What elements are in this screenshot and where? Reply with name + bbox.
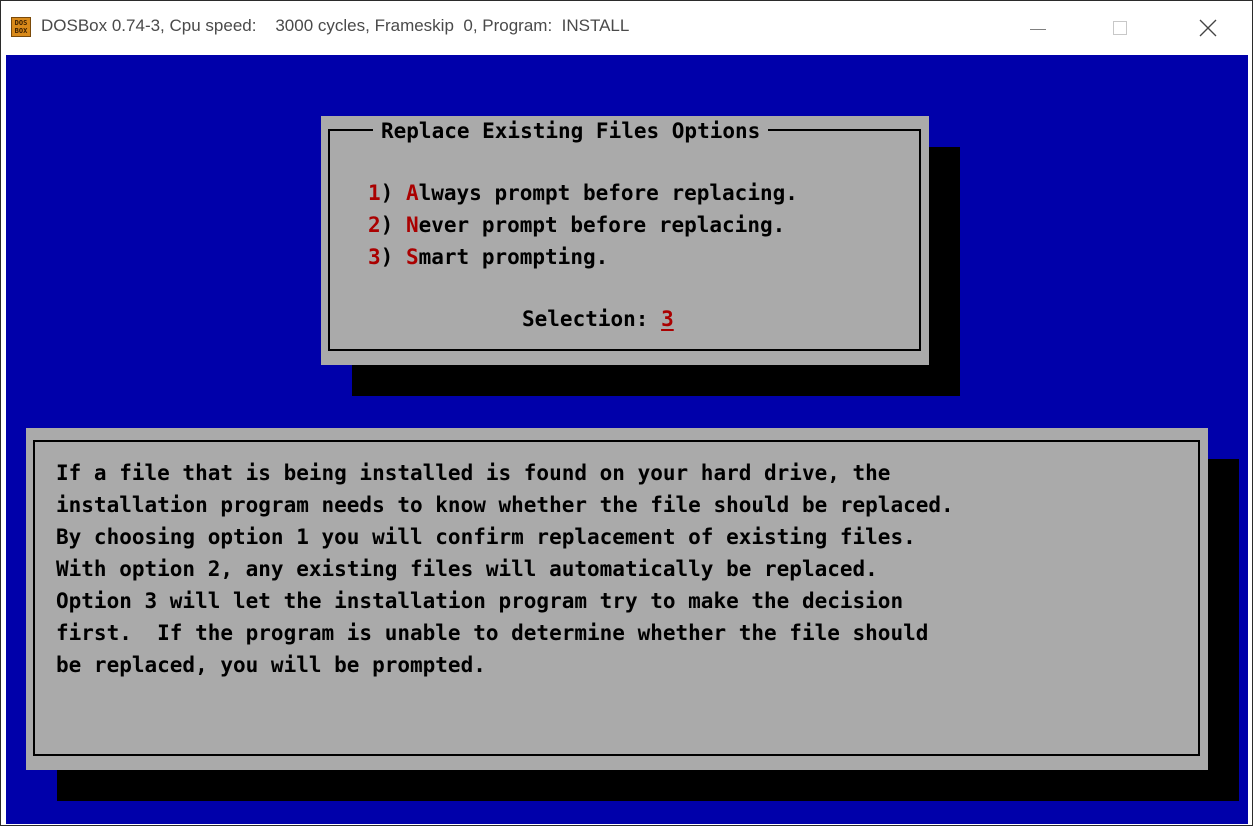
maximize-icon — [1113, 21, 1127, 35]
option-2-hotkey: N — [405, 213, 419, 237]
option-1-number: 1 — [368, 181, 381, 205]
selection-prompt: Selection: 3 — [522, 306, 674, 332]
option-2[interactable]: 2) Never prompt before replacing. — [368, 212, 785, 238]
option-3-hotkey: S — [405, 245, 419, 269]
help-line-7: be replaced, you will be prompted. — [56, 653, 486, 677]
icon-text-top: DOS — [14, 19, 28, 27]
option-3-label: mart prompting. — [418, 245, 609, 269]
option-3[interactable]: 3) Smart prompting. — [368, 244, 608, 270]
dos-screen[interactable]: Replace Existing Files Options 1) Always… — [6, 55, 1248, 824]
help-line-1: If a file that is being installed is fou… — [56, 461, 891, 485]
icon-text-bottom: BOX — [14, 27, 28, 35]
option-1[interactable]: 1) Always prompt before replacing. — [368, 180, 798, 206]
close-icon — [1199, 19, 1217, 37]
help-line-3: By choosing option 1 you will confirm re… — [56, 525, 916, 549]
option-1-label: lways prompt before replacing. — [418, 181, 798, 205]
minimize-button[interactable] — [1015, 1, 1061, 55]
help-box: If a file that is being installed is fou… — [26, 428, 1208, 770]
selection-input[interactable]: 3 — [661, 307, 674, 331]
options-dialog: Replace Existing Files Options 1) Always… — [321, 116, 929, 365]
options-dialog-title: Replace Existing Files Options — [373, 118, 769, 144]
title-bar[interactable]: DOS BOX DOSBox 0.74-3, Cpu speed: 3000 c… — [1, 1, 1252, 55]
maximize-button[interactable] — [1097, 1, 1143, 55]
option-1-hotkey: A — [405, 181, 419, 205]
help-line-4: With option 2, any existing files will a… — [56, 557, 878, 581]
selection-label: Selection: — [522, 307, 662, 331]
help-line-5: Option 3 will let the installation progr… — [56, 589, 904, 613]
dosbox-window: DOS BOX DOSBox 0.74-3, Cpu speed: 3000 c… — [0, 0, 1253, 826]
option-2-label: ever prompt before replacing. — [418, 213, 786, 237]
help-line-6: first. If the program is unable to deter… — [56, 621, 929, 645]
option-2-number: 2 — [368, 213, 381, 237]
dosbox-app-icon[interactable]: DOS BOX — [11, 17, 31, 37]
window-title: DOSBox 0.74-3, Cpu speed: 3000 cycles, F… — [41, 16, 630, 35]
help-line-2: installation program needs to know wheth… — [56, 493, 954, 517]
minimize-icon — [1030, 28, 1046, 30]
option-3-number: 3 — [368, 245, 381, 269]
close-button[interactable] — [1185, 1, 1231, 55]
